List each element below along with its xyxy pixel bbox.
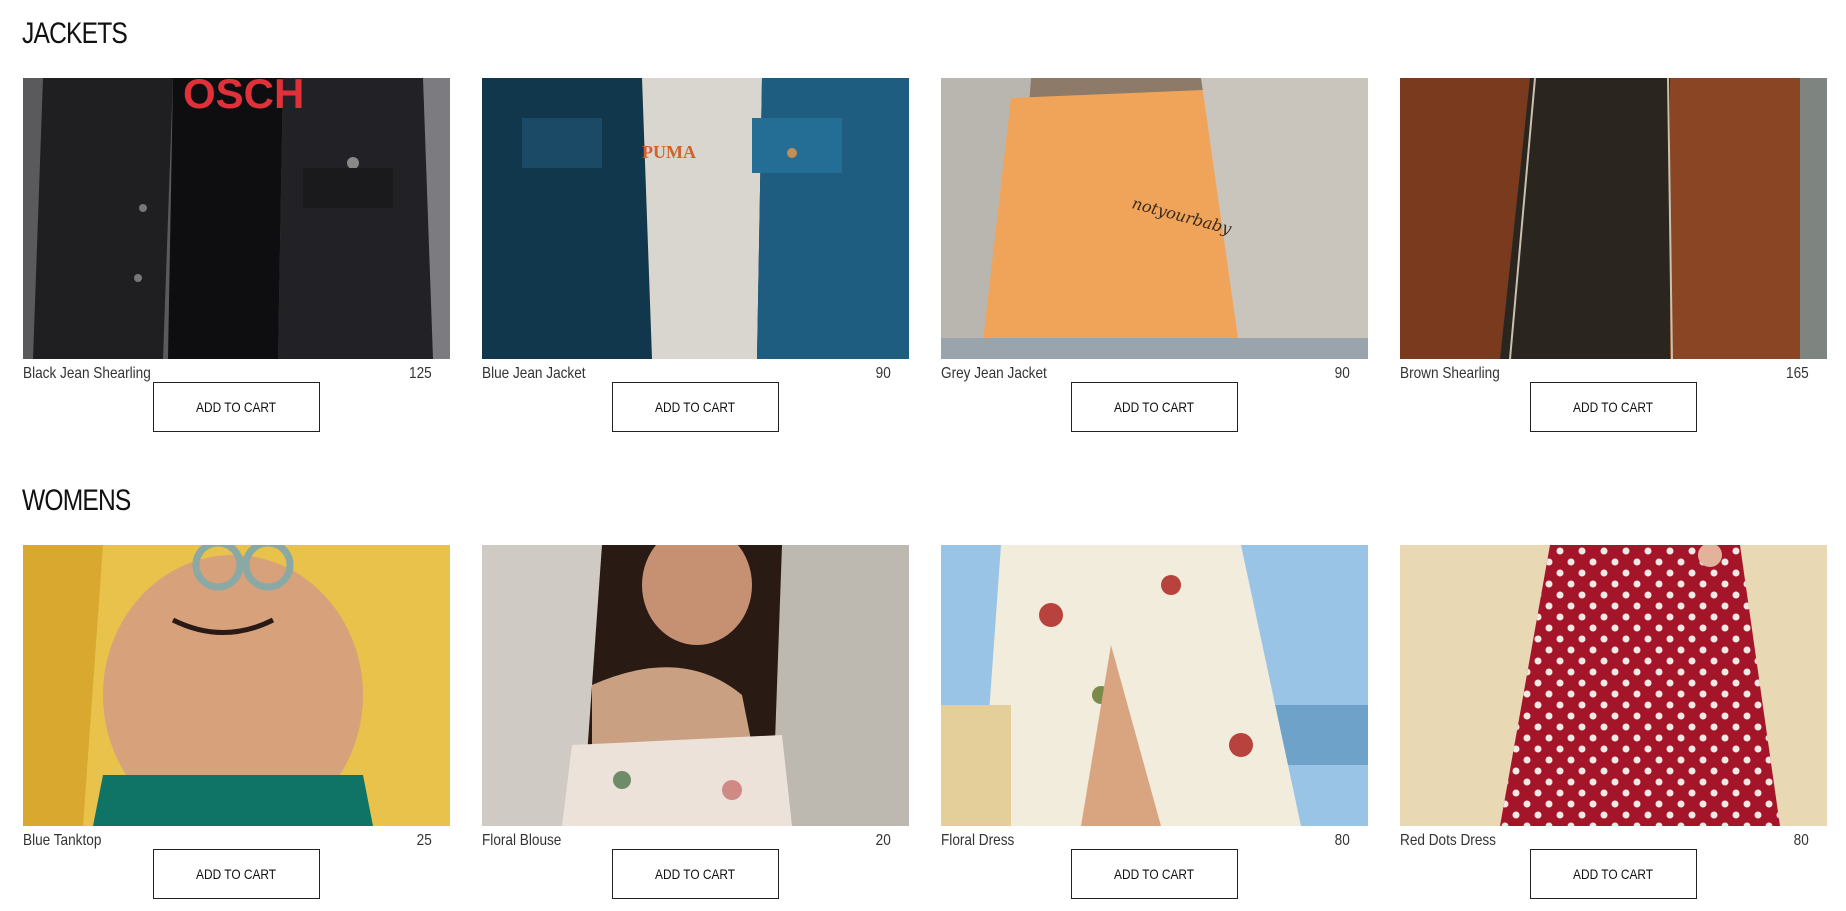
- product-name: Blue Tanktop: [23, 832, 102, 849]
- product-card: PUMA Blue Jean Jacket 90 ADD TO CART: [482, 78, 909, 434]
- product-price: 25: [416, 832, 432, 849]
- product-price: 80: [1793, 832, 1809, 849]
- product-name: Blue Jean Jacket: [482, 365, 586, 382]
- svg-text:PUMA: PUMA: [642, 142, 696, 162]
- product-image[interactable]: notyourbaby: [941, 78, 1368, 359]
- add-to-cart-label: ADD TO CART: [655, 399, 736, 415]
- add-to-cart-button[interactable]: ADD TO CART: [612, 382, 779, 432]
- product-image[interactable]: PUMA: [482, 78, 909, 359]
- add-to-cart-label: ADD TO CART: [655, 866, 736, 882]
- add-to-cart-label: ADD TO CART: [1114, 866, 1195, 882]
- add-to-cart-button[interactable]: ADD TO CART: [1530, 382, 1697, 432]
- product-name: Brown Shearling: [1400, 365, 1500, 382]
- product-name: Grey Jean Jacket: [941, 365, 1047, 382]
- product-image[interactable]: [1400, 78, 1827, 359]
- add-to-cart-button[interactable]: ADD TO CART: [1071, 382, 1238, 432]
- product-image[interactable]: [23, 545, 450, 826]
- add-to-cart-label: ADD TO CART: [1573, 399, 1654, 415]
- product-card: Blue Tanktop 25 ADD TO CART: [23, 545, 450, 901]
- product-name: Black Jean Shearling: [23, 365, 151, 382]
- product-price: 20: [875, 832, 891, 849]
- product-grid-womens: Blue Tanktop 25 ADD TO CART Floral Blous…: [23, 545, 1827, 901]
- add-to-cart-button[interactable]: ADD TO CART: [1071, 849, 1238, 899]
- product-card: Red Dots Dress 80 ADD TO CART: [1400, 545, 1827, 901]
- product-card: Floral Blouse 20 ADD TO CART: [482, 545, 909, 901]
- add-to-cart-button[interactable]: ADD TO CART: [1530, 849, 1697, 899]
- product-grid-jackets: OSCH Black Jean Shearling 125 ADD TO CAR…: [23, 78, 1827, 434]
- section-title-womens: WOMENS: [22, 484, 131, 517]
- add-to-cart-button[interactable]: ADD TO CART: [612, 849, 779, 899]
- add-to-cart-button[interactable]: ADD TO CART: [153, 849, 320, 899]
- product-price: 90: [875, 365, 891, 382]
- product-image[interactable]: [482, 545, 909, 826]
- product-card: Floral Dress 80 ADD TO CART: [941, 545, 1368, 901]
- product-price: 80: [1334, 832, 1350, 849]
- add-to-cart-label: ADD TO CART: [196, 866, 277, 882]
- product-price: 125: [409, 365, 432, 382]
- add-to-cart-label: ADD TO CART: [196, 399, 277, 415]
- product-name: Floral Dress: [941, 832, 1015, 849]
- add-to-cart-label: ADD TO CART: [1573, 866, 1654, 882]
- product-card: notyourbaby Grey Jean Jacket 90 ADD TO C…: [941, 78, 1368, 434]
- add-to-cart-label: ADD TO CART: [1114, 399, 1195, 415]
- product-card: OSCH Black Jean Shearling 125 ADD TO CAR…: [23, 78, 450, 434]
- product-name: Floral Blouse: [482, 832, 562, 849]
- svg-text:OSCH: OSCH: [183, 78, 304, 117]
- product-name: Red Dots Dress: [1400, 832, 1496, 849]
- product-card: Brown Shearling 165 ADD TO CART: [1400, 78, 1827, 434]
- product-price: 90: [1334, 365, 1350, 382]
- product-image[interactable]: OSCH: [23, 78, 450, 359]
- add-to-cart-button[interactable]: ADD TO CART: [153, 382, 320, 432]
- product-image[interactable]: [941, 545, 1368, 826]
- product-price: 165: [1786, 365, 1809, 382]
- product-image[interactable]: [1400, 545, 1827, 826]
- section-title-jackets: JACKETS: [22, 17, 128, 50]
